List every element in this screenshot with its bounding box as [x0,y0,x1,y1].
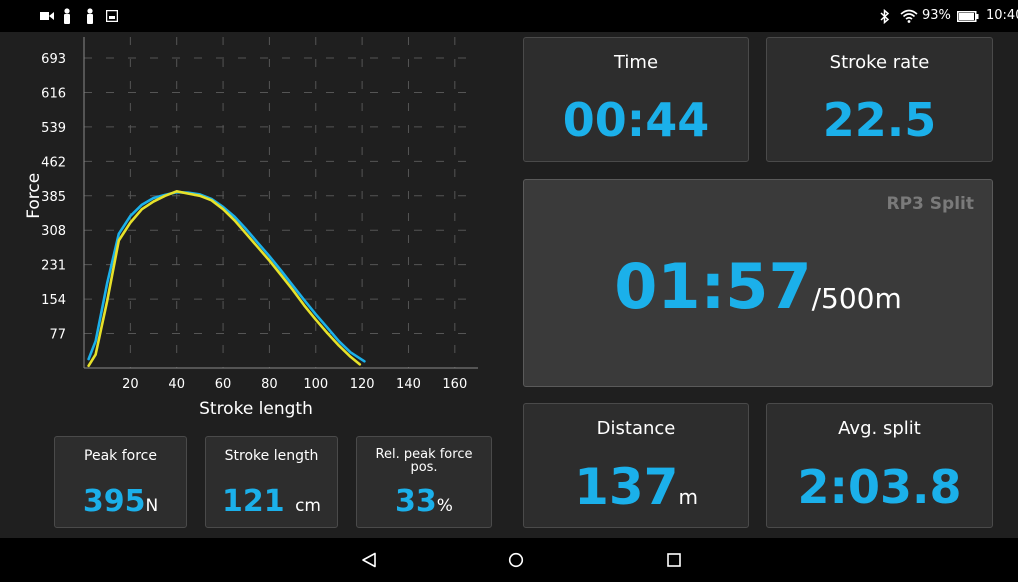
x-tick-label: 100 [303,377,328,392]
back-icon [362,552,376,568]
status-bar: 93% 10:40 [0,0,1018,32]
y-tick-label: 539 [41,121,66,136]
force-curve-series-1 [87,190,366,363]
navigation-bar [0,538,1018,582]
y-tick-label: 462 [41,155,66,170]
recents-icon [667,553,681,567]
rp3-split-value: 01:57/500m [614,250,902,323]
x-tick-label: 160 [442,377,467,392]
battery-icon [957,11,979,22]
bluetooth-icon [880,9,890,24]
home-icon [508,552,524,568]
rel-peak-force-value: 33% [395,484,453,519]
x-tick-label: 60 [215,377,232,392]
x-tick-label: 40 [168,377,185,392]
stroke-rate-label: Stroke rate [829,52,930,73]
y-tick-label: 154 [41,293,66,308]
y-axis-label: Force [24,173,44,219]
distance-unit: m [678,485,698,509]
recents-button[interactable] [652,538,696,582]
stroke-rate-card: Stroke rate 22.5 [766,37,993,162]
person-icon [87,8,93,24]
peak-force-label: Peak force [84,448,157,464]
avg-split-card: Avg. split 2:03.8 [766,403,993,528]
rp3-split-card: RP3 Split 01:57/500m [523,179,993,387]
avg-split-value: 2:03.8 [797,460,962,514]
avg-split-label: Avg. split [838,418,921,439]
stroke-length-label: Stroke length [224,448,319,464]
x-axis-label: Stroke length [199,399,313,419]
x-tick-label: 140 [396,377,421,392]
battery-percent: 93% [922,8,951,23]
y-tick-label: 693 [41,52,66,67]
x-tick-label: 20 [122,377,139,392]
time-value: 00:44 [562,93,710,147]
person-icon [64,8,70,24]
y-tick-label: 77 [49,328,66,343]
stroke-rate-value: 22.5 [822,93,937,147]
y-tick-label: 231 [41,259,66,274]
rel-peak-force-label: Rel. peak force pos. [375,447,473,475]
stroke-length-value: 121 cm [222,484,321,519]
wifi-icon [900,9,918,23]
x-tick-label: 120 [350,377,375,392]
rp3-split-unit: /500m [811,282,902,315]
y-tick-label: 385 [41,190,66,205]
back-button[interactable] [347,538,391,582]
y-tick-label: 308 [41,224,66,239]
rel-peak-force-unit: % [436,496,453,516]
force-curve-chart: 20 40 60 80 100 120 140 160 77 154 231 308 385 462 539… [24,37,478,419]
stroke-length-unit: cm [295,496,321,516]
distance-label: Distance [596,418,676,439]
time-card: Time 00:44 [523,37,749,162]
clock: 10:40 [986,8,1018,23]
peak-force-value: 395N [82,484,159,519]
video-camera-icon [40,12,54,20]
peak-force-unit: N [145,496,159,516]
peak-force-card: Peak force 395N [54,436,187,528]
image-icon [106,10,118,22]
y-tick-label: 616 [41,86,66,101]
x-tick-label: 80 [261,377,278,392]
rel-peak-force-card: Rel. peak force pos. 33% [356,436,492,528]
time-label: Time [613,52,659,73]
home-button[interactable] [494,538,538,582]
stroke-length-card: Stroke length 121 cm [205,436,338,528]
rp3-split-label: RP3 Split [886,194,975,214]
distance-value: 137m [574,458,698,516]
distance-card: Distance 137m [523,403,749,528]
